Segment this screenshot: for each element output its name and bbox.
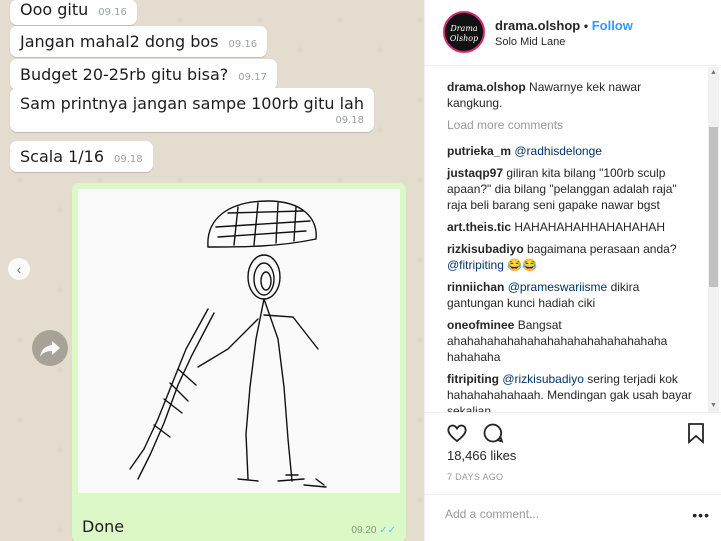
comment-item: rizkisubadiyo bagaimana perasaan anda? @…	[447, 241, 697, 273]
comment-icon[interactable]	[481, 421, 505, 450]
likes-count[interactable]: 18,466 likes	[447, 448, 516, 463]
post-author: drama.olshop • Follow	[495, 18, 633, 33]
chat-message: Sam printnya jangan sampe 100rb gitu lah…	[10, 88, 374, 132]
comment-user[interactable]: rinniichan	[447, 280, 504, 294]
more-options-icon[interactable]: •••	[692, 507, 710, 523]
comment-user[interactable]: drama.olshop	[447, 80, 526, 94]
location-link[interactable]: Solo Mid Lane	[495, 36, 565, 48]
image-caption: Done	[82, 517, 125, 536]
comment-user[interactable]: putrieka_m	[447, 144, 511, 158]
comment-user[interactable]: rizkisubadiyo	[447, 242, 524, 256]
comment-mention[interactable]: @radhisdelonge	[514, 144, 602, 158]
comment-user[interactable]: fitripiting	[447, 372, 499, 386]
scroll-thumb[interactable]	[709, 127, 718, 287]
comment-user[interactable]: justaqp97	[447, 166, 503, 180]
message-time: 09.18	[335, 115, 364, 126]
forward-arrow-icon	[40, 341, 60, 357]
read-ticks-icon: ✓✓	[379, 525, 396, 536]
chat-message: Scala 1/16 09.18	[10, 141, 153, 172]
message-time: 09.20	[351, 525, 377, 536]
message-text: Jangan mahal2 dong bos	[20, 32, 219, 51]
comment-user[interactable]: oneofminee	[447, 318, 514, 332]
sketch-svg	[129, 200, 327, 488]
scroll-down-arrow-icon[interactable]: ▼	[708, 400, 719, 412]
comment-item: putrieka_m @radhisdelonge	[447, 143, 697, 159]
heart-icon[interactable]	[445, 421, 469, 450]
chat-message: Jangan mahal2 dong bos 09.16	[10, 26, 268, 57]
bookmark-icon[interactable]	[685, 421, 707, 450]
forward-button	[32, 330, 68, 366]
message-text: Sam printnya jangan sampe 100rb gitu lah	[20, 94, 364, 113]
comment-mention[interactable]: @fitripiting	[447, 258, 504, 272]
caption: drama.olshop Nawarnye kek nawar kangkung…	[447, 79, 697, 111]
message-text: Ooo gitu	[20, 0, 89, 19]
comment-item: fitripiting @rizkisubadiyo sering terjad…	[447, 371, 697, 412]
message-time: 09.18	[114, 154, 143, 165]
follow-button[interactable]: Follow	[592, 18, 633, 33]
load-more-comments-button[interactable]: Load more comments	[447, 117, 697, 133]
stick-figure-drawing	[78, 189, 400, 493]
post-image: Ooo gitu 09.16 Jangan mahal2 dong bos 09.1…	[0, 0, 424, 541]
add-comment-bar: •••	[425, 494, 721, 541]
post-actions	[425, 412, 721, 452]
chat-message: Budget 20-25rb gitu bisa? 09.17	[10, 59, 277, 90]
comment-item: rinniichan @prameswariisme dikira gantun…	[447, 279, 697, 311]
comment-item: justaqp97 giliran kita bilang "100rb scu…	[447, 165, 697, 213]
scroll-up-arrow-icon[interactable]: ▲	[708, 67, 719, 79]
post-timestamp: 7 DAYS AGO	[447, 472, 504, 482]
post-sidebar: Drama Olshop drama.olshop • Follow Solo …	[424, 0, 721, 541]
comment-text: HAHAHAHAHHAHAHAHAH	[514, 220, 666, 234]
avatar[interactable]: Drama Olshop	[443, 11, 485, 53]
message-text: Budget 20-25rb gitu bisa?	[20, 65, 229, 84]
message-time: 09.16	[228, 39, 258, 50]
comment-item: art.theis.tic HAHAHAHAHHAHAHAHAH	[447, 219, 697, 235]
comment-text: bagaimana perasaan anda?	[527, 242, 677, 256]
comment-mention[interactable]: @prameswariisme	[508, 280, 608, 294]
chevron-left-icon: ‹	[16, 261, 22, 277]
comments-list[interactable]: drama.olshop Nawarnye kek nawar kangkung…	[425, 67, 709, 412]
likes-text: 18,466 likes	[447, 448, 517, 463]
username-link[interactable]: drama.olshop	[495, 18, 580, 33]
comment-mention[interactable]: @rizkisubadiyo	[502, 372, 584, 386]
chat-message: Ooo gitu 09.16	[10, 0, 137, 25]
separator-dot: •	[583, 19, 589, 33]
post-header: Drama Olshop drama.olshop • Follow Solo …	[425, 0, 721, 66]
comment-item: oneofminee Bangsat ahahahahahahahahahaha…	[447, 317, 697, 365]
message-text: Scala 1/16	[20, 147, 105, 166]
image-message-time: 09.20 ✓✓	[351, 525, 396, 536]
image-message: Done 09.20 ✓✓	[72, 183, 406, 541]
comment-user[interactable]: art.theis.tic	[447, 220, 511, 234]
message-time: 09.17	[238, 72, 267, 83]
avatar-logo: Drama Olshop	[447, 15, 481, 49]
message-time: 09.16	[98, 7, 127, 18]
carousel-prev-button[interactable]: ‹	[8, 258, 30, 280]
add-comment-input[interactable]	[445, 507, 675, 521]
comments-scrollbar[interactable]: ▲ ▼	[708, 67, 719, 412]
comment-emoji: 😂😂	[507, 258, 538, 272]
